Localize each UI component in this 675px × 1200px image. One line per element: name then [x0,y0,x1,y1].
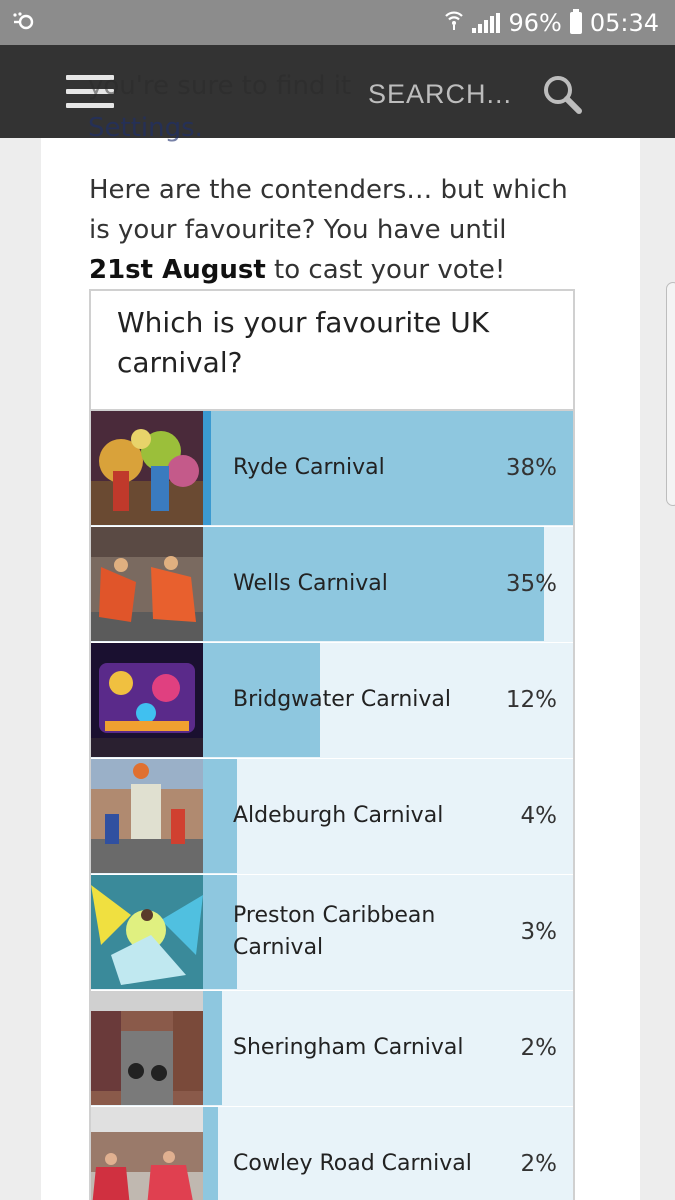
intro-text-a: Here are the contenders… but which is yo… [89,175,568,245]
hamburger-icon[interactable] [66,75,114,109]
poll-option-label: Preston Caribbean Carnival [233,903,436,960]
poll-option-bar [203,1107,218,1200]
poll-option-image [91,759,203,873]
poll-option-percent: 35% [505,571,557,597]
poll-question: Which is your favourite UK carnival? [91,291,573,411]
search-icon[interactable] [541,73,583,115]
poll-option-image [91,527,203,641]
poll-option-percent: 3% [520,919,558,945]
poll-option-percent: 4% [520,803,558,829]
poll-option-label: Cowley Road Carnival [233,1151,472,1176]
poll-option-cowley-road[interactable]: Cowley Road Carnival 2% [91,1107,573,1200]
poll-option-sheringham[interactable]: Sheringham Carnival 2% [91,991,573,1107]
poll-option-preston[interactable]: Preston Caribbean Carnival 3% [91,875,573,991]
poll-option-label: Aldeburgh Carnival [233,803,444,828]
poll-option-image [91,643,203,757]
poll-option-bar [203,759,237,873]
intro-deadline: 21st August [89,255,266,285]
poll-option-image [91,875,203,989]
poll-option-label: Wells Carnival [233,571,388,596]
poll-option-label: Ryde Carnival [233,455,385,480]
poll-option-bar [203,991,222,1105]
poll-option-ryde[interactable]: Ryde Carnival 38% [91,411,573,527]
battery-percent: 96% [508,8,562,37]
poll-option-image [91,411,203,525]
status-indicators: 96% 05:34 [444,8,659,37]
search-input[interactable]: SEARCH... [368,79,512,110]
poll-option-wells[interactable]: Wells Carnival 35% [91,527,573,643]
status-bar: 96% 05:34 [0,0,675,45]
battery-icon [569,8,582,34]
intro-paragraph: Here are the contenders… but which is yo… [89,170,569,290]
poll-option-percent: 2% [520,1151,558,1177]
screen: 96% 05:34 SEARCH... you're sure to find … [0,0,675,1200]
intro-text-b: to cast your vote! [265,255,506,285]
poll-option-bridgwater[interactable]: Bridgwater Carnival 12% [91,643,573,759]
poll-option-percent: 2% [520,1035,558,1061]
scroll-handle[interactable] [666,282,675,506]
poll-option-label: Bridgwater Carnival [233,687,452,712]
poll-option-bar [203,875,237,989]
link-icon [12,9,38,37]
poll-option-image [91,991,203,1105]
poll-option-image [91,1107,203,1200]
wifi-icon [444,9,464,37]
poll-option-percent: 38% [505,455,557,481]
ghost-text-line: you're sure to find it [88,71,352,101]
poll-option-percent: 12% [505,687,557,713]
poll-option-label: Sheringham Carnival [233,1035,464,1060]
signal-icon [472,12,501,33]
poll-option-aldeburgh[interactable]: Aldeburgh Carnival 4% [91,759,573,875]
clock: 05:34 [589,8,659,37]
article-body: Here are the contenders… but which is yo… [41,138,640,1200]
poll-widget: Which is your favourite UK carnival? Ryd… [89,289,575,1200]
scrolled-content-behind-header: you're sure to find it Settings. [88,65,351,149]
site-header: SEARCH... you're sure to find it Setting… [0,45,675,143]
